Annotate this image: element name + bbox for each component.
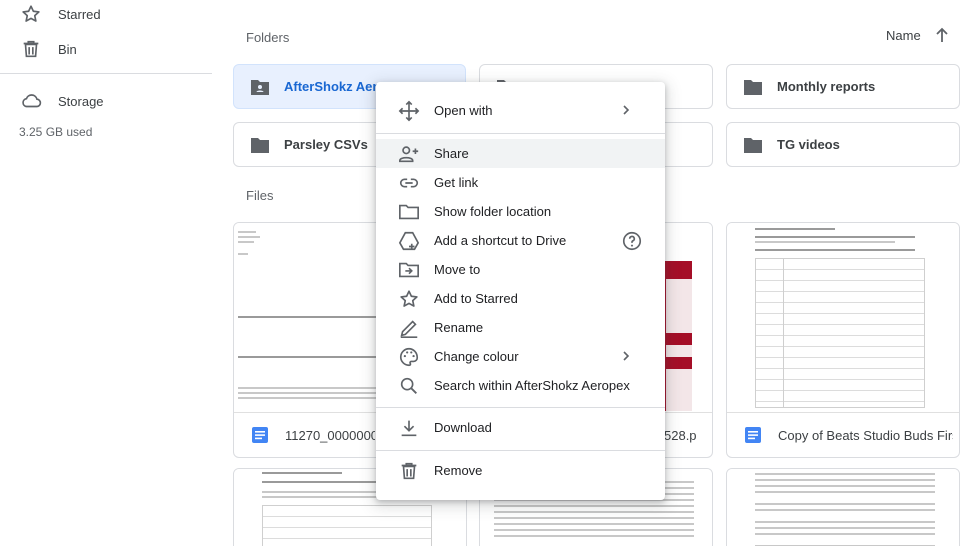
cloud-icon: [20, 90, 42, 112]
folder-name: Parsley CSVs: [284, 137, 368, 152]
folder-icon: [743, 136, 763, 154]
menu-item-label: Move to: [434, 262, 480, 277]
menu-item-label: Add a shortcut to Drive: [434, 233, 566, 248]
menu-item-show-folder-location[interactable]: Show folder location: [376, 197, 665, 226]
folder-card[interactable]: Monthly reports: [726, 64, 960, 109]
menu-item-move-to[interactable]: Move to: [376, 255, 665, 284]
menu-item-label: Add to Starred: [434, 291, 518, 306]
menu-item-label: Search within AfterShokz Aeropex: [434, 378, 630, 393]
file-name: Copy of Beats Studio Buds Firs: [778, 428, 953, 443]
context-menu: Open with Share Get link Show folder loc…: [376, 82, 665, 500]
menu-item-label: Show folder location: [434, 204, 551, 219]
menu-item-search-within[interactable]: Search within AfterShokz Aeropex: [376, 371, 665, 400]
menu-item-label: Change colour: [434, 349, 519, 364]
menu-item-remove[interactable]: Remove: [376, 456, 665, 485]
star-icon: [20, 3, 42, 25]
sidebar-item-storage[interactable]: Storage: [0, 87, 212, 117]
chevron-right-icon: [620, 104, 632, 116]
add-person-icon: [398, 143, 420, 165]
sort-label: Name: [886, 28, 921, 43]
folder-card[interactable]: TG videos: [726, 122, 960, 167]
menu-divider: [376, 407, 665, 408]
files-heading: Files: [246, 188, 273, 203]
menu-item-change-colour[interactable]: Change colour: [376, 342, 665, 371]
open-with-icon: [398, 100, 420, 122]
folder-icon: [743, 78, 763, 96]
trash-icon: [398, 460, 420, 482]
file-thumbnail: [727, 469, 959, 546]
sidebar-item-label: Bin: [58, 42, 77, 57]
file-card[interactable]: [726, 468, 960, 546]
palette-icon: [398, 346, 420, 368]
link-icon: [398, 172, 420, 194]
folder-outline-icon: [398, 201, 420, 223]
menu-item-label: Rename: [434, 320, 483, 335]
menu-item-add-to-starred[interactable]: Add to Starred: [376, 284, 665, 313]
menu-item-share[interactable]: Share: [376, 139, 665, 168]
sidebar-item-starred[interactable]: Starred: [0, 0, 212, 30]
star-outline-icon: [398, 288, 420, 310]
storage-used-text: 3.25 GB used: [19, 125, 92, 139]
help-icon[interactable]: [621, 230, 643, 252]
sidebar-item-label: Storage: [58, 94, 104, 109]
sidebar: Starred Bin Storage 3.25 GB used: [0, 0, 225, 546]
menu-item-label: Get link: [434, 175, 478, 190]
menu-item-rename[interactable]: Rename: [376, 313, 665, 342]
chevron-right-icon: [620, 350, 632, 362]
file-thumbnail: [727, 223, 959, 413]
folder-name: Monthly reports: [777, 79, 875, 94]
folders-heading: Folders: [246, 30, 289, 45]
drive-shortcut-icon: [398, 230, 420, 252]
sidebar-item-label: Starred: [58, 7, 101, 22]
folder-name: TG videos: [777, 137, 840, 152]
search-icon: [398, 375, 420, 397]
pencil-icon: [398, 317, 420, 339]
move-icon: [398, 259, 420, 281]
menu-item-label: Share: [434, 146, 469, 161]
sort-button[interactable]: Name: [886, 27, 949, 43]
file-name: 11270_00000000: [285, 428, 375, 443]
file-name: 528.p: [664, 428, 704, 443]
trash-icon: [20, 38, 42, 60]
menu-item-download[interactable]: Download: [376, 413, 665, 442]
file-card[interactable]: Copy of Beats Studio Buds Firs: [726, 222, 960, 458]
doc-icon: [745, 427, 761, 443]
menu-item-label: Download: [434, 420, 492, 435]
menu-divider: [376, 450, 665, 451]
menu-divider: [376, 133, 665, 134]
menu-item-label: Remove: [434, 463, 482, 478]
doc-icon: [252, 427, 268, 443]
menu-item-open-with[interactable]: Open with: [376, 96, 665, 125]
folder-icon: [250, 136, 270, 154]
download-icon: [398, 417, 420, 439]
menu-item-add-shortcut[interactable]: Add a shortcut to Drive: [376, 226, 665, 255]
sidebar-item-bin[interactable]: Bin: [0, 35, 212, 65]
arrow-up-icon: [935, 27, 949, 43]
menu-item-get-link[interactable]: Get link: [376, 168, 665, 197]
shared-folder-icon: [250, 78, 270, 96]
file-meta: Copy of Beats Studio Buds Firs: [727, 413, 959, 458]
menu-item-label: Open with: [434, 103, 493, 118]
sidebar-divider: [0, 73, 212, 74]
